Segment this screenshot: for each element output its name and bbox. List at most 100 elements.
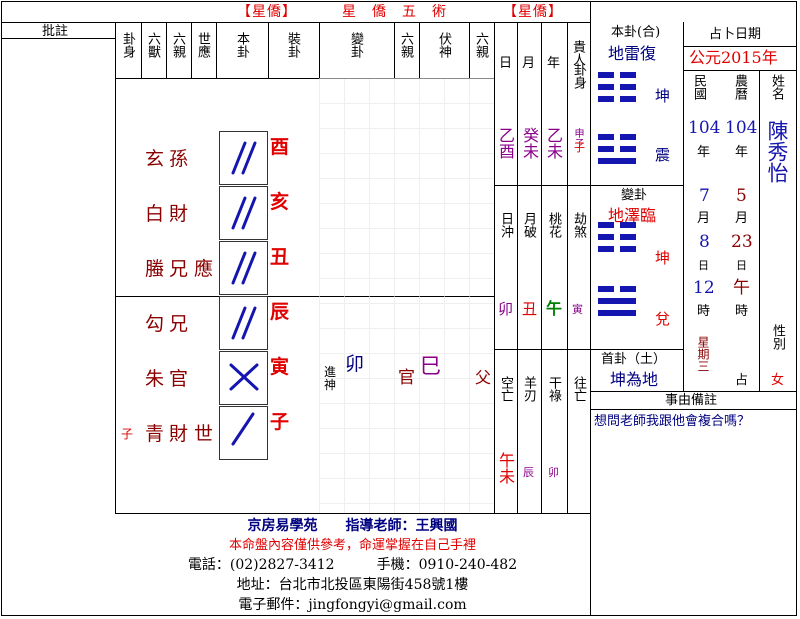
day-unit-1: 日 — [698, 259, 709, 272]
beast-3: 螣 — [145, 258, 165, 280]
fu-relative: 官 — [398, 368, 415, 388]
col-liu-qin-2: 六親 — [398, 32, 413, 58]
relative-1: 孫 — [169, 148, 189, 170]
yao-moving-x — [229, 363, 259, 391]
footer-email: 電子郵件：jingfongyi@gmail.com — [238, 597, 467, 613]
notes-title: 事由備註 — [665, 393, 718, 408]
yao-yin-4 — [231, 251, 257, 285]
month-unit-2: 月 — [735, 211, 749, 226]
yao-lines — [229, 141, 259, 446]
jiesha-value: 寅 — [572, 303, 583, 316]
change-tag: 進神 — [324, 365, 337, 393]
hexagram-diagrams — [598, 72, 636, 316]
zhan-label: 占 — [735, 373, 749, 388]
yao-yin-3 — [231, 306, 257, 340]
footer-address: 地址：台北市北投區東陽街458號1樓 — [236, 577, 469, 593]
relative-6: 財 — [169, 423, 189, 445]
month-pillar: 癸未 — [520, 127, 539, 159]
nongli-year: 104 — [725, 118, 758, 138]
notes-label: 批註 — [42, 24, 69, 39]
shiying-6: 世 — [194, 423, 214, 445]
ben-lower: 震 — [655, 146, 671, 164]
hdr-yangren: 羊刃 — [521, 376, 536, 402]
year-pillar: 乙未 — [544, 127, 563, 159]
col-ben-gua: 本卦 — [234, 32, 249, 58]
col-shi-ying: 世應 — [195, 32, 210, 58]
col-fu-shen: 伏神 — [436, 32, 451, 58]
col-nongli: 農曆 — [732, 74, 747, 100]
gua-shen-mark: 子 — [121, 427, 134, 441]
hdr-taohua: 桃花 — [546, 212, 561, 238]
ben-upper: 坤 — [655, 87, 671, 105]
gender-value: 女 — [771, 373, 785, 388]
footer-disclaimer: 本命盤內容僅供參考，命運掌握在自己手裡 — [228, 538, 476, 553]
hdr-yuepo: 月破 — [521, 212, 536, 238]
footer-phone: 電話：(02)2827-3412 手機：0910-240-482 — [187, 557, 518, 573]
ganlu-value: 卯 — [548, 466, 559, 479]
hdr-jiesha: 劫煞 — [571, 212, 586, 238]
div-era: 公元2015年 — [689, 48, 778, 67]
rizhong-value: 卯 — [498, 300, 514, 318]
hdr-guashen: 卦身 — [571, 63, 586, 89]
branch-3: 丑 — [270, 246, 290, 268]
branch-4: 辰 — [270, 301, 290, 323]
fu-branch: 巳 — [420, 354, 441, 378]
footer-school: 京房易學苑 指導老師：王興國 — [247, 518, 458, 534]
nongli-day: 23 — [731, 232, 753, 252]
yangren-value: 辰 — [523, 466, 534, 479]
beast-6: 青 — [145, 423, 165, 445]
bian-lower: 兌 — [655, 310, 671, 328]
branch-5: 寅 — [270, 356, 290, 378]
col-liu-shou: 六獸 — [145, 32, 160, 58]
col-zhuang-gua: 裝卦 — [285, 32, 300, 58]
weekday: 星期三 — [696, 336, 710, 372]
yao-yin-6 — [231, 141, 257, 175]
page-title: 星 僑 五 術 — [342, 4, 447, 20]
col-bian-gua: 變卦 — [348, 32, 363, 58]
ben-label: 本卦(合) — [611, 25, 661, 40]
day-pillar: 乙酉 — [496, 127, 515, 159]
branch-6: 子 — [270, 411, 290, 433]
relative-5: 官 — [169, 368, 189, 390]
col-gua-shen: 卦身 — [120, 32, 135, 58]
col-name: 姓名 — [769, 74, 784, 100]
hdr-kongwang: 空亡 — [498, 376, 513, 402]
hdr-wangwang: 往亡 — [571, 376, 586, 402]
day-unit-2: 日 — [736, 259, 747, 272]
ben-name: 地雷復 — [608, 44, 657, 63]
hdr-year: 年 — [547, 56, 561, 71]
guashen-value: 子 — [574, 141, 585, 154]
yuepo-value: 丑 — [522, 300, 538, 318]
col-minguo: 民國 — [691, 74, 706, 100]
year-unit-2: 年 — [735, 145, 749, 160]
beast-4: 勾 — [145, 313, 165, 335]
minguo-month: 7 — [699, 186, 710, 206]
kongwang-value: 午未 — [496, 452, 515, 484]
beast-2: 白 — [145, 203, 165, 225]
minguo-day: 8 — [699, 232, 710, 252]
div-title: 占卜日期 — [709, 27, 762, 42]
nongli-hour: 午 — [733, 278, 750, 298]
brand-left: 【星僑】 — [237, 4, 297, 20]
col-liu-qin-3: 六親 — [473, 32, 488, 58]
grid-area — [319, 78, 494, 513]
hdr-rizhong: 日沖 — [498, 212, 513, 238]
taohua-value: 午 — [546, 299, 563, 318]
hdr-ganlu: 干祿 — [546, 376, 561, 402]
branch-2: 亥 — [270, 191, 290, 213]
hour-unit-2: 時 — [735, 304, 749, 319]
hdr-day: 日 — [499, 56, 513, 71]
change-branch: 卯 — [345, 353, 365, 375]
shou-label: 首卦（土） — [601, 352, 667, 367]
beast-1: 玄 — [145, 148, 165, 170]
relative-3: 兄 — [169, 258, 189, 280]
month-unit-1: 月 — [697, 211, 711, 226]
hdr-month: 月 — [522, 56, 536, 71]
yao-yin-5 — [231, 196, 257, 230]
brand-right: 【星僑】 — [503, 4, 563, 20]
shiying-3: 應 — [194, 258, 214, 280]
branch-1: 酉 — [270, 136, 290, 158]
querent-name: 陳秀怡 — [765, 120, 789, 183]
yao-yang-1 — [231, 412, 255, 446]
relative-4: 兄 — [169, 313, 189, 335]
